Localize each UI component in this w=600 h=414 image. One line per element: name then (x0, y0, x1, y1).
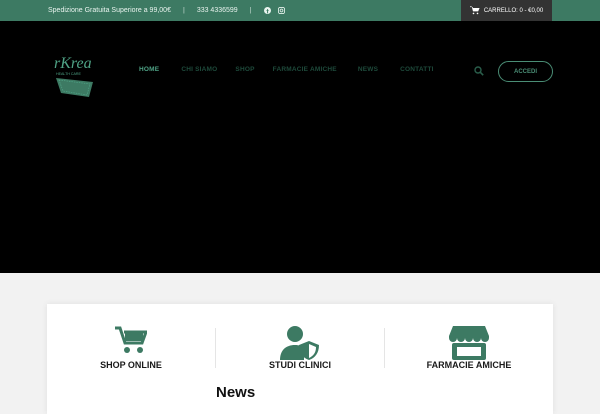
nav-news[interactable]: NEWS (358, 66, 378, 73)
brand-logo[interactable]: rKrea HEALTH CARE (53, 51, 101, 99)
cart-button[interactable]: CARRELLO: 0 - €0,00 (461, 0, 552, 21)
store-icon (449, 326, 489, 360)
social-links (263, 7, 285, 14)
search-icon[interactable] (474, 66, 484, 76)
cart-label: CARRELLO: 0 - €0,00 (483, 7, 544, 14)
shipping-text: Spedizione Gratuita Superiore a 99,00€ (48, 7, 171, 14)
nav-contatti[interactable]: CONTATTI (400, 66, 434, 73)
phone-number[interactable]: 333 4336599 (197, 7, 238, 14)
feature-farmacie-amiche[interactable]: FARMACIE AMICHE (385, 304, 553, 400)
nav-home[interactable]: HOME (139, 66, 159, 73)
hero-section: rKrea HEALTH CARE HOME CHI SIAMO SHOP FA… (0, 21, 600, 273)
top-bar: Spedizione Gratuita Superiore a 99,00€ |… (0, 0, 600, 21)
instagram-icon[interactable] (277, 7, 285, 14)
login-button[interactable]: ACCEDI (498, 61, 553, 82)
separator: | (182, 7, 185, 14)
top-bar-info: Spedizione Gratuita Superiore a 99,00€ |… (48, 0, 285, 21)
separator: | (249, 7, 252, 14)
shopping-cart-icon (115, 326, 147, 353)
facebook-icon[interactable] (263, 7, 271, 14)
svg-text:rKrea: rKrea (54, 55, 92, 72)
nav-chi-siamo[interactable]: CHI SIAMO (181, 66, 217, 73)
feature-label: FARMACIE AMICHE (426, 360, 512, 370)
news-heading: News (216, 384, 256, 401)
cart-icon (469, 6, 480, 15)
main-nav: HOME CHI SIAMO SHOP FARMACIE AMICHE NEWS… (139, 66, 434, 73)
feature-label: STUDI CLINICI (269, 360, 331, 370)
feature-label: SHOP ONLINE (100, 360, 162, 370)
features-card: SHOP ONLINE STUDI CLINICI FARMACIE AMICH… (47, 304, 553, 414)
nav-shop[interactable]: SHOP (235, 66, 254, 73)
feature-shop-online[interactable]: SHOP ONLINE (47, 304, 215, 400)
svg-text:HEALTH CARE: HEALTH CARE (56, 72, 81, 76)
nav-farmacie-amiche[interactable]: FARMACIE AMICHE (273, 66, 337, 73)
user-shield-icon (280, 326, 319, 360)
